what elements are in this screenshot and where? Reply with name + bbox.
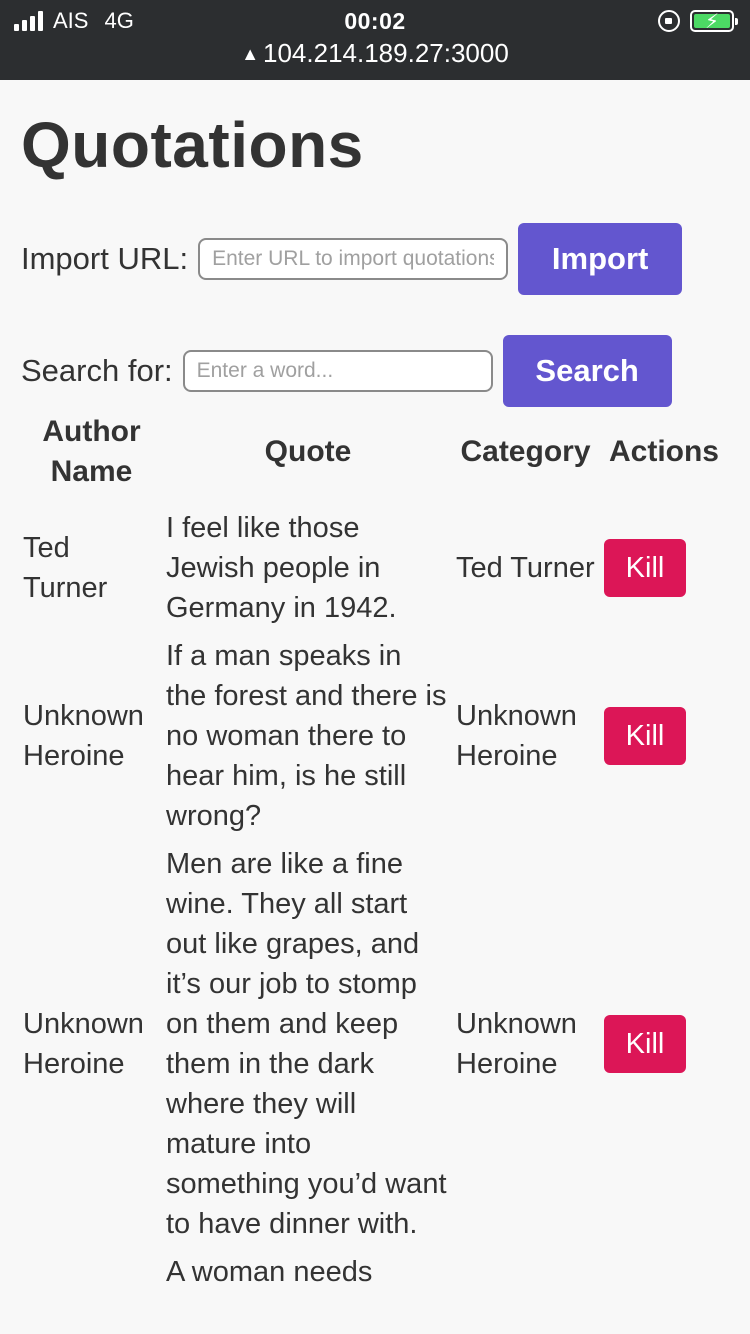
header-quote: Quote [264, 435, 352, 468]
kill-button[interactable]: Kill [604, 1015, 686, 1073]
battery-charging-icon: ⚡ [690, 10, 738, 33]
import-url-label: Import URL: [21, 241, 189, 276]
author-cell [20, 1248, 163, 1296]
category-cell: Unknown Heroine [456, 1008, 577, 1080]
author-cell: Unknown Heroine [23, 1008, 144, 1080]
search-button[interactable]: Search [502, 335, 672, 407]
status-bar: AIS 4G 00:02 ▲ 104.214.189.27:3000 ⚡ [0, 0, 750, 80]
url-text: 104.214.189.27:3000 [263, 38, 509, 68]
header-actions: Actions [608, 435, 719, 468]
category-cell [453, 1248, 598, 1296]
header-author: Author Name [42, 415, 141, 488]
table-row: Unknown Heroine If a man speaks in the f… [20, 632, 730, 840]
table-header-row: Author Name Quote Category Actions [20, 412, 730, 504]
category-cell: Unknown Heroine [456, 700, 577, 772]
search-form: Search for: Search [21, 335, 672, 407]
actions-cell: Kill [598, 840, 730, 1248]
table-row: Ted Turner I feel like those Jewish peop… [20, 504, 730, 632]
author-cell: Ted Turner [23, 532, 108, 604]
rotation-lock-icon [658, 10, 680, 32]
warning-icon: ▲ [241, 44, 260, 64]
import-button[interactable]: Import [518, 223, 683, 295]
author-cell: Unknown Heroine [23, 700, 144, 772]
quotes-table: Author Name Quote Category Actions Ted T… [20, 412, 730, 1296]
search-label: Search for: [21, 353, 173, 388]
address-bar[interactable]: ▲ 104.214.189.27:3000 [0, 38, 750, 69]
page-title: Quotations [21, 109, 364, 181]
import-url-input[interactable] [198, 238, 509, 280]
quote-cell: I feel like those Jewish people in Germa… [166, 512, 397, 624]
actions-cell [598, 1248, 730, 1296]
actions-cell: Kill [598, 632, 730, 840]
header-category: Category [460, 435, 591, 468]
status-right: ⚡ [658, 6, 738, 36]
quote-cell: Men are like a fine wine. They all start… [166, 848, 447, 1240]
table-row: A woman needs [20, 1248, 730, 1296]
quote-cell: A woman needs [166, 1256, 373, 1288]
clock: 00:02 [344, 8, 406, 34]
kill-button[interactable]: Kill [604, 539, 686, 597]
category-cell: Ted Turner [456, 552, 595, 584]
actions-cell: Kill [598, 504, 730, 632]
kill-button[interactable]: Kill [604, 707, 686, 765]
import-form: Import URL: Import [21, 223, 683, 295]
search-input[interactable] [182, 350, 493, 392]
quote-cell: If a man speaks in the forest and there … [166, 640, 447, 832]
table-row: Unknown Heroine Men are like a fine wine… [20, 840, 730, 1248]
